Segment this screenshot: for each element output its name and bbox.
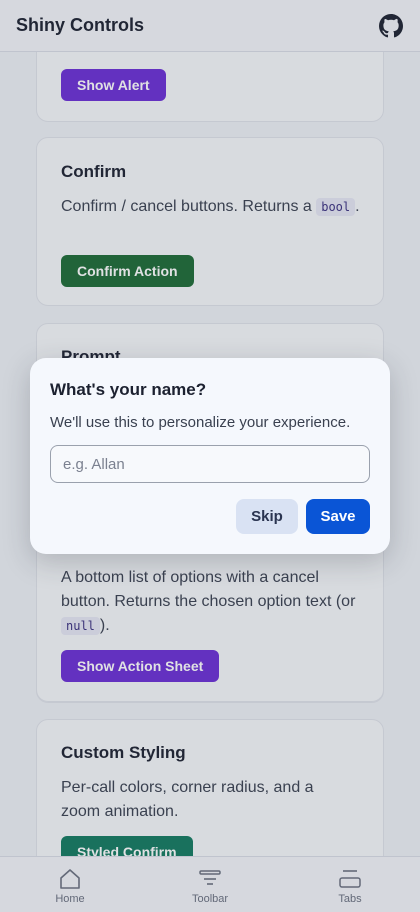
name-input[interactable] — [50, 445, 370, 483]
dialog-title: What's your name? — [50, 380, 207, 399]
dialog-message: We'll use this to personalize your exper… — [50, 414, 351, 431]
save-button[interactable]: Save — [306, 499, 370, 534]
skip-button[interactable]: Skip — [236, 499, 298, 534]
prompt-dialog: What's your name? We'll use this to pers… — [30, 358, 390, 554]
